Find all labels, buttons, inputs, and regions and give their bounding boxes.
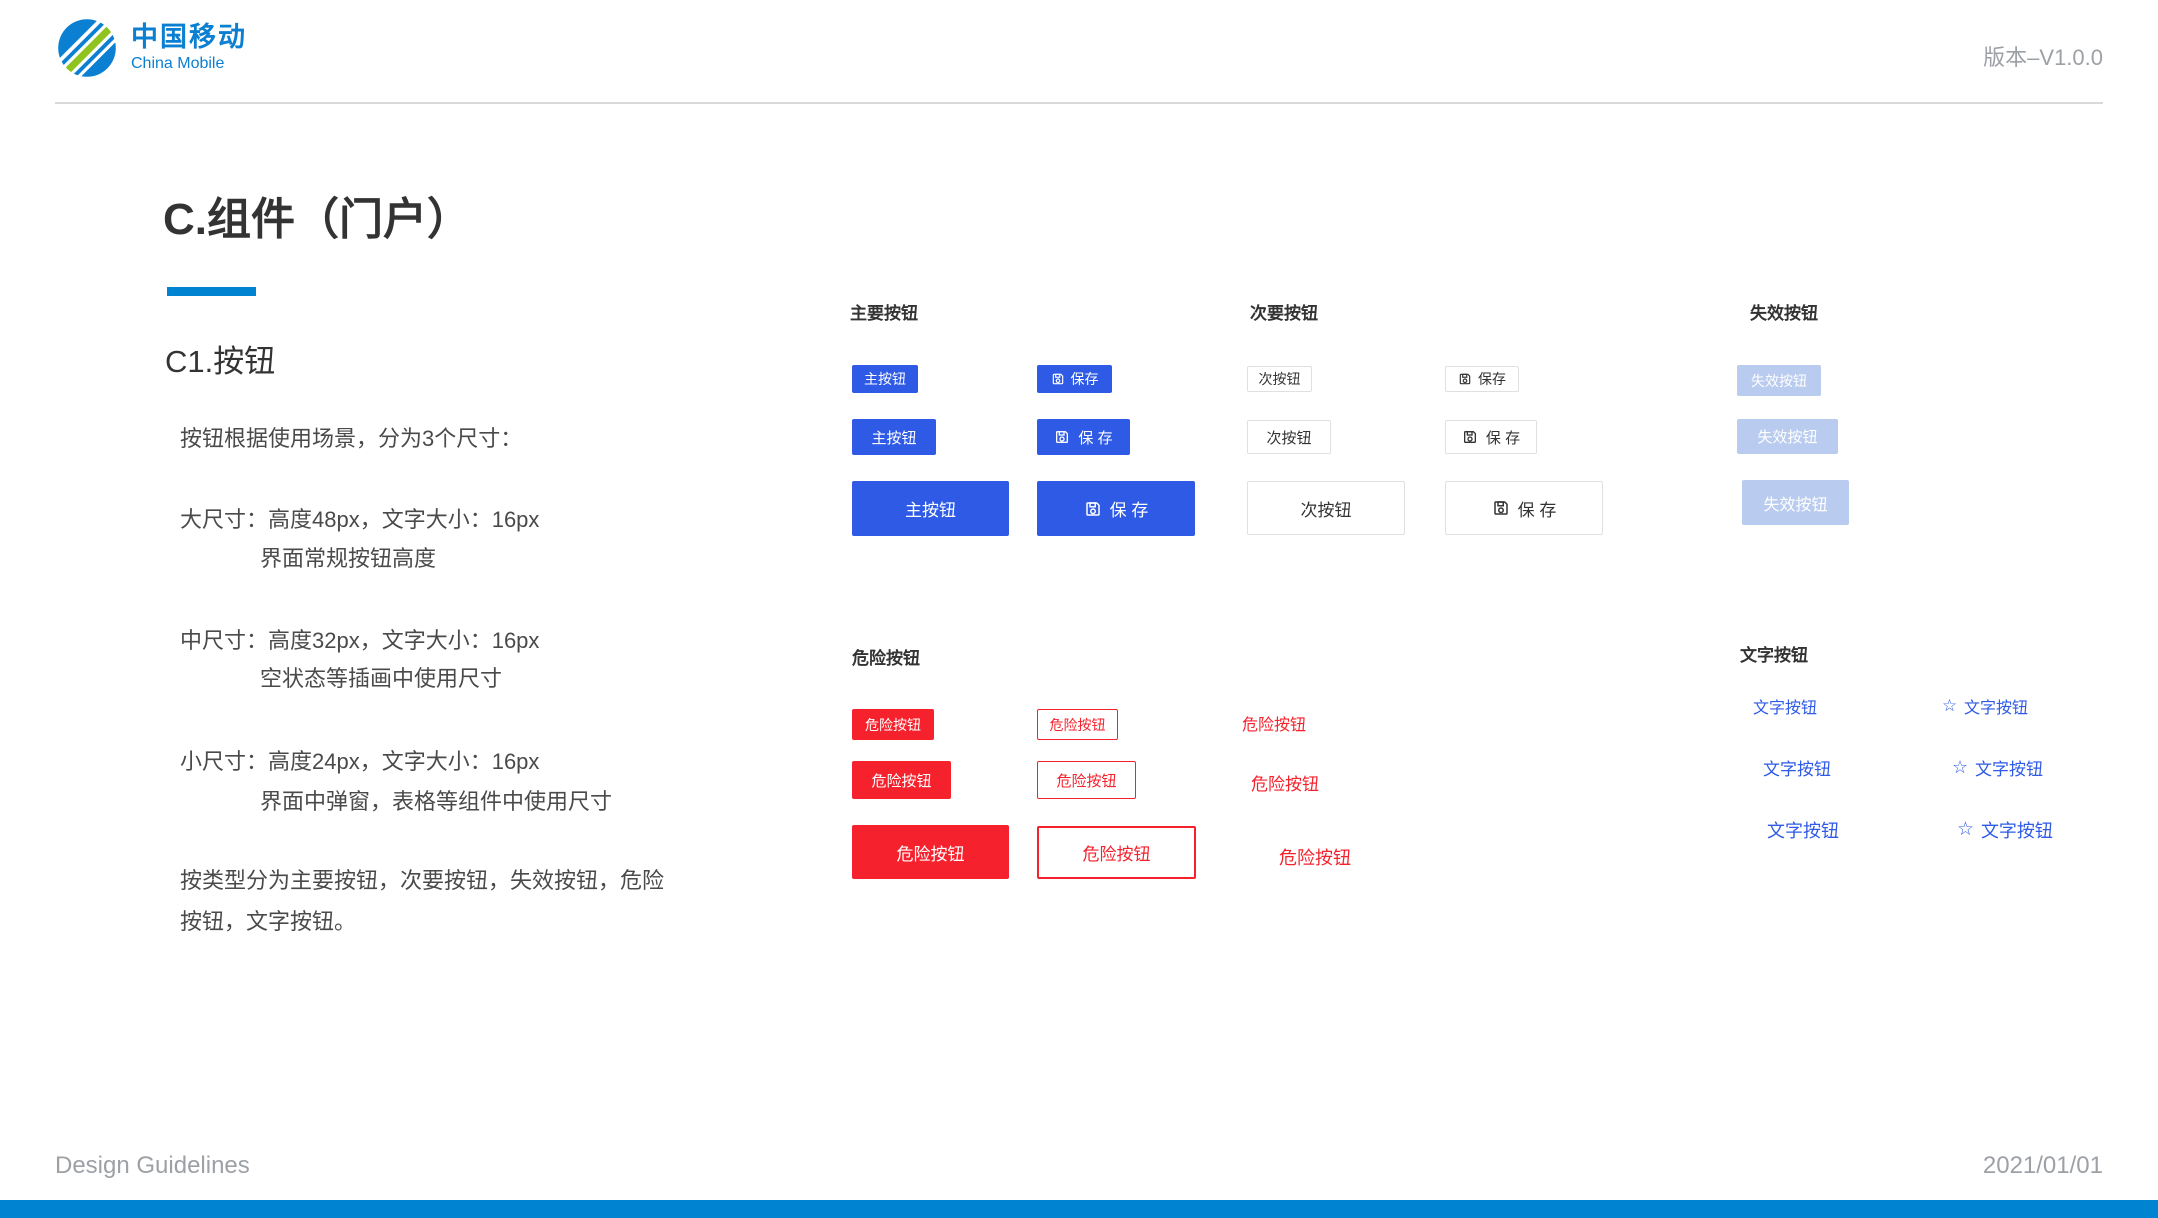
text-button-label: 文字按钮 — [1763, 755, 1831, 780]
primary-button-small[interactable]: 主按钮 — [852, 365, 918, 393]
footer-bar — [0, 1200, 2158, 1218]
danger-button-label: 危险按钮 — [871, 770, 931, 791]
footer-label: Design Guidelines — [55, 1152, 250, 1180]
primary-save-label: 保 存 — [1110, 496, 1149, 521]
secondary-button-small[interactable]: 次按钮 — [1247, 366, 1312, 392]
size-medium-label: 中尺寸：高度32px，文字大小：16px — [180, 623, 539, 655]
text-button-label: 文字按钮 — [1753, 694, 1817, 718]
logo-subtitle: China Mobile — [131, 55, 247, 73]
disabled-button-medium[interactable]: 失效按钮 — [1737, 419, 1838, 454]
section-heading: C1.按钮 — [165, 336, 275, 381]
size-large-label: 大尺寸：高度48px，文字大小：16px — [180, 502, 539, 534]
secondary-save-label: 保 存 — [1486, 427, 1520, 448]
secondary-button-large[interactable]: 次按钮 — [1247, 481, 1405, 535]
primary-button-label: 主按钮 — [905, 496, 956, 521]
disabled-button-small[interactable]: 失效按钮 — [1737, 365, 1821, 396]
text-button-label: 文字按钮 — [1767, 817, 1839, 843]
secondary-group-title: 次要按钮 — [1250, 299, 1318, 324]
danger-button-medium[interactable]: 危险按钮 — [852, 761, 951, 799]
page-title: C.组件（门户） — [163, 183, 471, 247]
primary-save-label: 保 存 — [1078, 427, 1112, 448]
china-mobile-logo-icon — [55, 16, 119, 80]
text-button-label: 文字按钮 — [1975, 755, 2043, 780]
save-icon — [1051, 372, 1065, 386]
text-button-star-medium[interactable]: ☆ 文字按钮 — [1952, 755, 2043, 780]
disabled-button-label: 失效按钮 — [1751, 371, 1807, 391]
danger-text-button-medium[interactable]: 危险按钮 — [1251, 770, 1319, 795]
text-button-small[interactable]: 文字按钮 — [1753, 694, 1817, 718]
danger-outline-button-small[interactable]: 危险按钮 — [1037, 709, 1118, 740]
save-icon — [1084, 500, 1102, 518]
title-accent-bar — [167, 287, 256, 296]
secondary-save-button-large[interactable]: 保 存 — [1445, 481, 1603, 535]
danger-outline-button-label: 危险按钮 — [1056, 770, 1116, 791]
text-button-medium[interactable]: 文字按钮 — [1763, 755, 1831, 780]
disabled-button-label: 失效按钮 — [1763, 491, 1827, 515]
danger-outline-button-label: 危险按钮 — [1083, 840, 1151, 865]
danger-button-large[interactable]: 危险按钮 — [852, 825, 1009, 879]
save-icon — [1054, 429, 1070, 445]
secondary-save-label: 保存 — [1478, 369, 1506, 389]
primary-button-medium[interactable]: 主按钮 — [852, 419, 936, 455]
primary-save-button-small[interactable]: 保存 — [1037, 365, 1112, 393]
type-note: 按类型分为主要按钮，次要按钮，失效按钮，危险按钮，文字按钮。 — [180, 860, 680, 942]
star-icon: ☆ — [1957, 821, 1974, 840]
text-group-title: 文字按钮 — [1740, 641, 1808, 666]
star-icon: ☆ — [1952, 759, 1968, 777]
danger-button-label: 危险按钮 — [865, 715, 921, 735]
secondary-button-label: 次按钮 — [1266, 427, 1311, 448]
danger-button-label: 危险按钮 — [897, 840, 965, 865]
text-button-large[interactable]: 文字按钮 — [1767, 817, 1839, 843]
design-guidelines-page: 中国移动 China Mobile 版本–V1.0.0 C.组件（门户） C1.… — [0, 0, 2158, 1218]
secondary-save-button-small[interactable]: 保存 — [1445, 366, 1519, 392]
secondary-button-label: 次按钮 — [1259, 369, 1301, 389]
danger-outline-button-medium[interactable]: 危险按钮 — [1037, 761, 1136, 799]
primary-button-label: 主按钮 — [871, 427, 916, 448]
secondary-save-label: 保 存 — [1518, 496, 1557, 521]
secondary-button-medium[interactable]: 次按钮 — [1247, 420, 1331, 454]
danger-outline-button-large[interactable]: 危险按钮 — [1037, 826, 1196, 879]
primary-save-label: 保存 — [1071, 369, 1099, 389]
size-small-desc: 界面中弹窗，表格等组件中使用尺寸 — [260, 784, 612, 816]
disabled-button-label: 失效按钮 — [1757, 426, 1817, 447]
primary-save-button-large[interactable]: 保 存 — [1037, 481, 1195, 536]
text-button-label: 文字按钮 — [1981, 817, 2053, 843]
danger-button-small[interactable]: 危险按钮 — [852, 709, 934, 740]
china-mobile-logo: 中国移动 China Mobile — [55, 16, 247, 80]
intro-text: 按钮根据使用场景，分为3个尺寸： — [180, 421, 522, 453]
size-large-desc: 界面常规按钮高度 — [260, 541, 436, 573]
save-icon — [1492, 499, 1510, 517]
primary-save-button-medium[interactable]: 保 存 — [1037, 419, 1130, 455]
save-icon — [1462, 429, 1478, 445]
size-small-label: 小尺寸：高度24px，文字大小：16px — [180, 744, 539, 776]
text-button-star-large[interactable]: ☆ 文字按钮 — [1957, 817, 2053, 843]
logo-title: 中国移动 — [131, 23, 247, 53]
danger-group-title: 危险按钮 — [852, 644, 920, 669]
danger-outline-button-label: 危险按钮 — [1050, 715, 1106, 735]
disabled-button-large[interactable]: 失效按钮 — [1742, 480, 1849, 525]
footer-date: 2021/01/01 — [1983, 1152, 2103, 1180]
header-divider — [55, 102, 2103, 104]
disabled-group-title: 失效按钮 — [1750, 299, 1818, 324]
primary-button-large[interactable]: 主按钮 — [852, 481, 1009, 536]
size-medium-desc: 空状态等插画中使用尺寸 — [260, 661, 502, 693]
logo-text: 中国移动 China Mobile — [131, 23, 247, 72]
text-button-label: 文字按钮 — [1964, 694, 2028, 718]
danger-text-button-small[interactable]: 危险按钮 — [1242, 711, 1306, 735]
primary-button-label: 主按钮 — [864, 369, 906, 389]
save-icon — [1458, 372, 1472, 386]
primary-group-title: 主要按钮 — [850, 299, 918, 324]
secondary-button-label: 次按钮 — [1301, 496, 1352, 521]
danger-text-button-large[interactable]: 危险按钮 — [1279, 844, 1351, 870]
version-label: 版本–V1.0.0 — [1983, 40, 2103, 72]
secondary-save-button-medium[interactable]: 保 存 — [1445, 420, 1537, 454]
text-button-star-small[interactable]: ☆ 文字按钮 — [1942, 694, 2028, 718]
star-icon: ☆ — [1942, 698, 1957, 715]
